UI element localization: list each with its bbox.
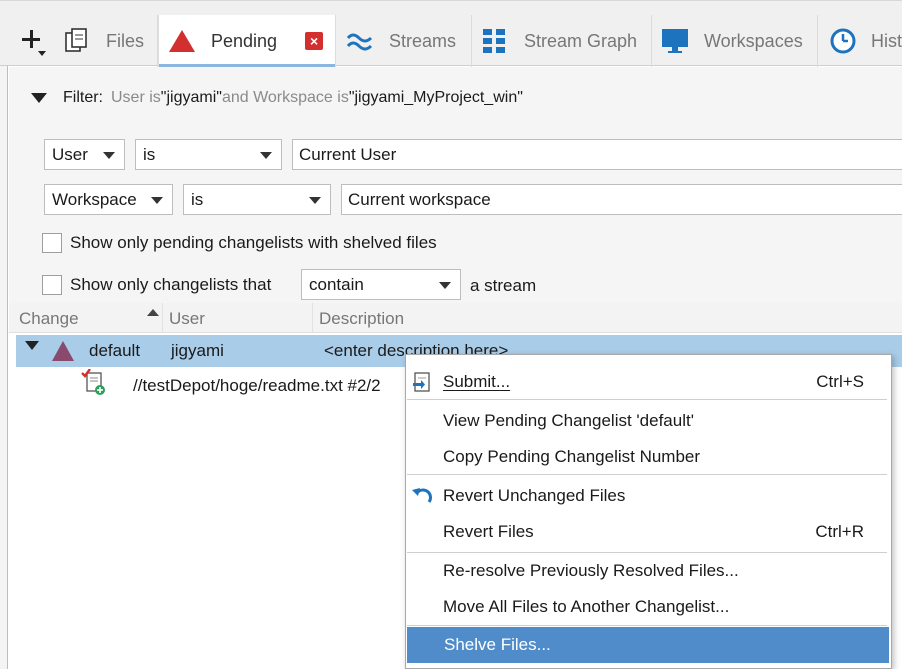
chevron-down-icon [151,197,163,204]
tab-streams-label: Streams [389,30,457,51]
files-icon [62,26,92,56]
filter-summary-workspace: "jigyami_MyProject_win" [348,89,523,106]
tab-workspaces[interactable]: Workspaces [652,15,818,67]
filter-label: Filter: [63,89,103,106]
shelved-files-checkbox-row[interactable]: Show only pending changelists with shelv… [42,233,437,253]
menu-item-shortcut: Ctrl+S [816,372,864,391]
menu-item-label: Copy Pending Changelist Number [443,447,701,466]
shelved-files-checkbox[interactable] [42,233,62,253]
filter-field-value: User [52,144,88,164]
stream-checkbox-row[interactable]: Show only changelists that [42,275,271,295]
filter-summary[interactable]: Filter: User is "jigyami" and Workspace … [31,89,523,107]
menu-item-label: Submit... [443,372,511,391]
pending-changelist-icon [52,341,74,361]
streams-icon [345,26,375,56]
tab-pending-label: Pending [211,30,278,51]
row-change: default [89,341,141,360]
pending-triangle-icon [167,26,197,56]
shelved-files-checkbox-label: Show only pending changelists with shelv… [70,233,437,252]
filter-value-text: Current workspace [348,189,491,209]
row-user: jigyami [171,341,224,360]
tab-bar: Files Pending × Streams Stream Graph Wor… [0,0,902,67]
collapse-triangle-icon[interactable] [31,93,47,103]
menu-item-label: Revert Files [443,522,534,541]
context-menu: Submit... Ctrl+S View Pending Changelist… [405,354,892,669]
menu-item-shortcut: Ctrl+R [815,522,864,541]
menu-item-move-all-files[interactable]: Move All Files to Another Changelist... [406,589,891,625]
tab-pending[interactable]: Pending × [158,15,336,67]
stream-checkbox-label: Show only changelists that [70,275,272,294]
menu-item-label: Re-resolve Previously Resolved Files... [443,561,739,580]
menu-item-label: View Pending Changelist 'default' [443,411,694,430]
stream-operator-value: contain [309,274,364,294]
filter-summary-pre: User is [111,89,161,106]
table-header: Change User Description [9,303,902,333]
menu-item-submit[interactable]: Submit... Ctrl+S [406,364,891,400]
menu-item-copy-changelist-number[interactable]: Copy Pending Changelist Number [406,439,891,475]
stream-graph-icon [480,26,510,56]
filter-summary-mid: and Workspace is [221,89,349,106]
expand-triangle-icon[interactable] [25,341,39,350]
chevron-down-icon [260,152,272,159]
menu-item-label: Shelve Files... [444,635,551,654]
menu-item-label: Move All Files to Another Changelist... [443,597,730,616]
tab-stream-graph-label: Stream Graph [524,30,638,51]
workspaces-icon [660,26,690,56]
history-clock-icon [828,26,857,56]
left-frame-edge [0,0,8,669]
stream-checkbox[interactable] [42,275,62,295]
filter-operator-value: is [143,144,156,164]
filter-operator-dropdown-user[interactable]: is [135,139,282,170]
filter-field-dropdown-workspace[interactable]: Workspace [44,184,173,215]
filter-value-input-workspace[interactable]: Current workspace [341,184,902,215]
menu-item-view-pending-changelist[interactable]: View Pending Changelist 'default' [406,403,891,439]
filter-panel: Filter: User is "jigyami" and Workspace … [9,67,902,303]
column-header-description[interactable]: Description [319,309,404,329]
chevron-down-icon [103,152,115,159]
stream-operator-dropdown[interactable]: contain [301,269,461,300]
revert-arrow-icon [410,484,434,508]
tab-streams[interactable]: Streams [337,15,472,67]
column-header-user[interactable]: User [169,309,205,329]
menu-item-revert-files[interactable]: Revert Files Ctrl+R [406,514,891,550]
menu-item-revert-unchanged[interactable]: Revert Unchanged Files [406,478,891,514]
tab-files-label: Files [106,30,145,51]
tab-files[interactable]: Files [58,15,158,67]
filter-summary-user: "jigyami" [160,89,222,106]
chevron-down-icon [439,282,451,289]
tab-workspaces-label: Workspaces [704,30,803,51]
filter-value-text: Current User [299,144,397,164]
filter-field-dropdown-user[interactable]: User [44,139,125,170]
chevron-down-icon [309,197,321,204]
menu-separator [407,625,887,626]
menu-item-label: Revert Unchanged Files [443,486,626,505]
filter-value-input-user[interactable]: Current User [292,139,902,170]
menu-separator [407,399,887,400]
tab-stream-graph[interactable]: Stream Graph [472,15,652,67]
stream-checkbox-suffix: a stream [470,276,537,295]
tab-history-label: Hist [871,30,902,51]
submit-icon [410,370,434,394]
add-tab-button[interactable] [20,27,46,56]
menu-item-shelve-files[interactable]: Shelve Files... [407,627,889,663]
menu-item-re-resolve[interactable]: Re-resolve Previously Resolved Files... [406,553,891,589]
sort-ascending-icon [147,309,159,316]
menu-separator [407,474,887,475]
column-header-change[interactable]: Change [19,309,79,329]
filter-field-value: Workspace [52,189,137,209]
file-path: //testDepot/hoge/readme.txt #2/2 [133,376,381,395]
close-tab-icon[interactable]: × [305,32,324,50]
tab-history[interactable]: Hist [818,15,902,67]
filter-operator-dropdown-workspace[interactable]: is [183,184,331,215]
filter-operator-value: is [191,189,204,209]
checked-out-file-icon [81,368,105,395]
